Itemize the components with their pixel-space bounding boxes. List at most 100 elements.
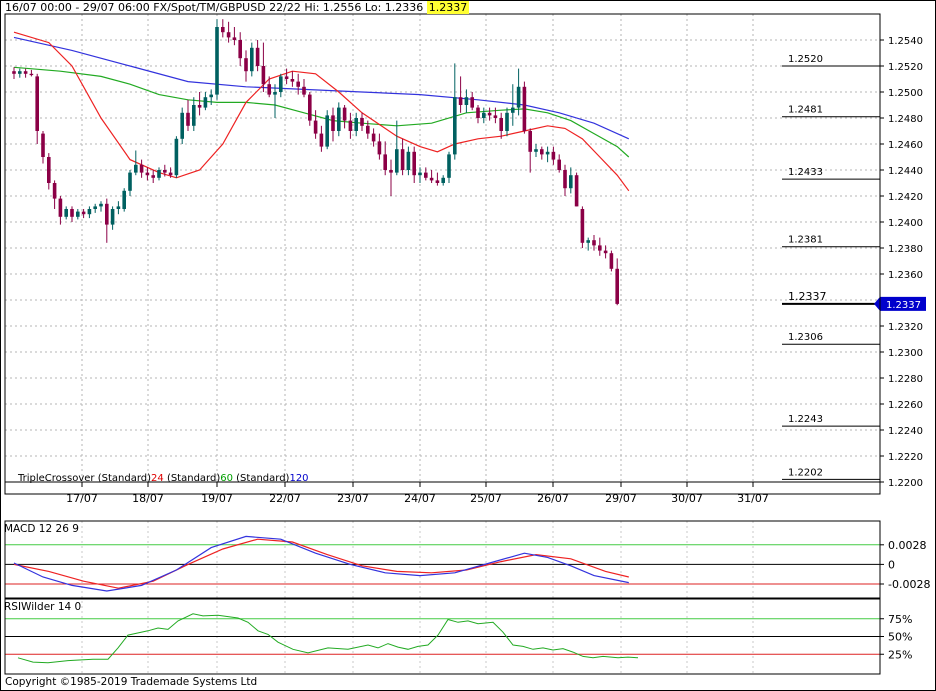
candle-body [557,159,561,170]
level-label: 1.2433 [788,167,823,178]
candle-body [35,76,39,131]
candle-body [598,245,602,251]
price-tick-label: 1.2240 [888,426,923,437]
candle-body [221,27,225,33]
macd-signal-line [13,538,629,589]
price-tick-label: 1.2320 [888,322,923,333]
candle-body [238,40,242,59]
candle-body [284,76,289,79]
candle-body [592,240,596,246]
price-tick-label: 1.2220 [888,452,923,463]
candle-body [609,253,614,269]
candle-body [226,32,231,38]
candle-body [476,107,480,118]
hi-label: Hi: [304,1,320,14]
candle-body [586,240,590,243]
candle-body [134,164,138,173]
candle-body [261,66,266,85]
legend-std-1: (Standard) [97,473,152,484]
candle-body [580,209,585,243]
candle-body [464,97,469,105]
candle-body [458,97,463,105]
price-tick-label: 1.2520 [888,62,923,73]
level-label: 1.2306 [788,332,823,343]
candle-body [470,97,474,108]
price-tick-label: 1.2360 [888,270,923,281]
hi-value: 1.2556 [322,1,362,14]
candle-body [545,151,550,155]
candle-body [81,211,86,215]
price-tick-label: 1.2460 [888,140,923,151]
candle-body [499,118,503,131]
candle-body [41,133,45,157]
candle-body [168,172,173,176]
candle-body [505,112,509,131]
candle-body [371,133,376,142]
rsi-tick-label: 25% [888,648,912,661]
candle-body [337,107,341,131]
candle-body [447,154,451,178]
candle-body [400,149,405,170]
level-label: 1.2337 [788,290,827,303]
candle-body [192,105,196,126]
date-range: 16/07 00:00 - 29/07 06:00 [5,1,150,14]
trading-chart[interactable]: 1.2520 1.2481 1.2433 1.2381 1.2337 1.2306 1.22… [0,0,936,691]
level-label: 1.2481 [788,105,823,116]
candle-body [232,37,237,40]
candle-body [482,112,486,118]
candle-body [540,149,544,155]
copyright: Copyright ©1985-2019 Trademade Systems L… [5,676,258,688]
macd-label: MACD 12 26 9 [4,523,79,535]
price-tick-label: 1.2480 [888,114,923,125]
candle-body [273,92,277,95]
candle-body [528,131,532,152]
candle-body [331,115,335,131]
candle-body [250,47,254,72]
candle-body [279,76,283,92]
candle-body [429,177,434,181]
candle-body [105,203,109,225]
lo-value: 1.2336 [384,1,424,14]
candle-body [308,94,312,121]
candle-body [296,81,300,87]
candle-body [52,183,57,199]
candle-body [325,115,329,147]
candle-body [23,71,28,74]
price-tick-label: 1.2500 [888,88,923,99]
candle-body [244,58,248,72]
price-tick-label: 1.2200 [888,478,923,489]
candle-body [453,97,457,155]
candle-body [64,209,68,217]
level-label: 1.2520 [788,54,823,65]
candle-body [574,175,579,207]
rsi-tick-label: 50% [888,631,912,644]
candlesticks [12,19,619,306]
candle-body [534,149,538,152]
legend-std-2: (Standard) [166,473,221,484]
candle-body [389,170,393,173]
candle-body [569,175,573,189]
price-tick-label: 1.2260 [888,400,923,411]
candle-body [487,112,492,116]
ma-legend: TripleCrossover (Standard)24 (Standard)6… [18,473,309,484]
candle-body [435,180,440,183]
candle-body [348,120,353,131]
lo-label: Lo: [364,1,382,14]
candle-body [116,206,121,209]
grid [5,14,880,674]
price-tick-label: 1.2280 [888,374,923,385]
candle-body [203,97,208,108]
candle-body [354,118,358,131]
legend-std-3: (Standard) [236,473,290,484]
candle-body [319,133,324,147]
candle-body [174,138,179,176]
level-label: 1.2381 [788,235,823,246]
candle-body [441,177,445,183]
legend-ma24: 24 [151,473,164,484]
candle-body [110,209,115,225]
candle-body [615,268,619,304]
rsi-line [17,613,639,664]
candle-body [47,157,51,183]
rsi-panel: 75% 50% 25% [5,613,912,664]
moving-averages [13,31,630,192]
